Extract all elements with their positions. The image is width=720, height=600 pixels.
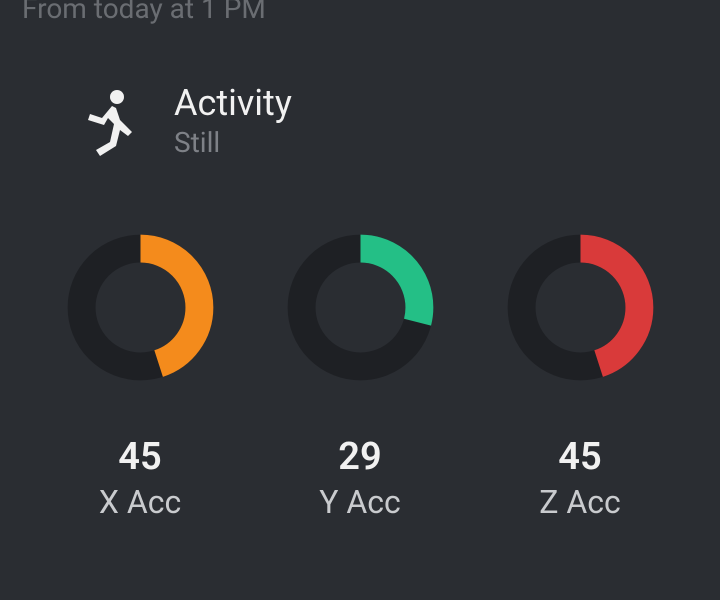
- gauge-donut-y: [283, 230, 438, 385]
- gauges-row: 45 X Acc 29 Y Acc 45 Z Acc: [0, 230, 720, 521]
- gauge-value-y: 29: [338, 435, 381, 479]
- gauge-label-x: X Acc: [99, 483, 181, 521]
- activity-header: Activity Still: [78, 84, 292, 162]
- gauge-donut-x: [63, 230, 218, 385]
- running-person-icon: [78, 88, 138, 162]
- gauge-value-z: 45: [558, 435, 601, 479]
- time-range-label: From today at 1 PM: [22, 0, 266, 25]
- gauge-label-z: Z Acc: [539, 483, 620, 521]
- gauge-label-y: Y Acc: [319, 483, 401, 521]
- gauge-x: 45 X Acc: [63, 230, 218, 521]
- gauge-value-x: 45: [118, 435, 161, 479]
- activity-status: Still: [174, 126, 292, 159]
- gauge-y: 29 Y Acc: [283, 230, 438, 521]
- gauge-z: 45 Z Acc: [503, 230, 658, 521]
- activity-title: Activity: [174, 84, 292, 124]
- gauge-donut-z: [503, 230, 658, 385]
